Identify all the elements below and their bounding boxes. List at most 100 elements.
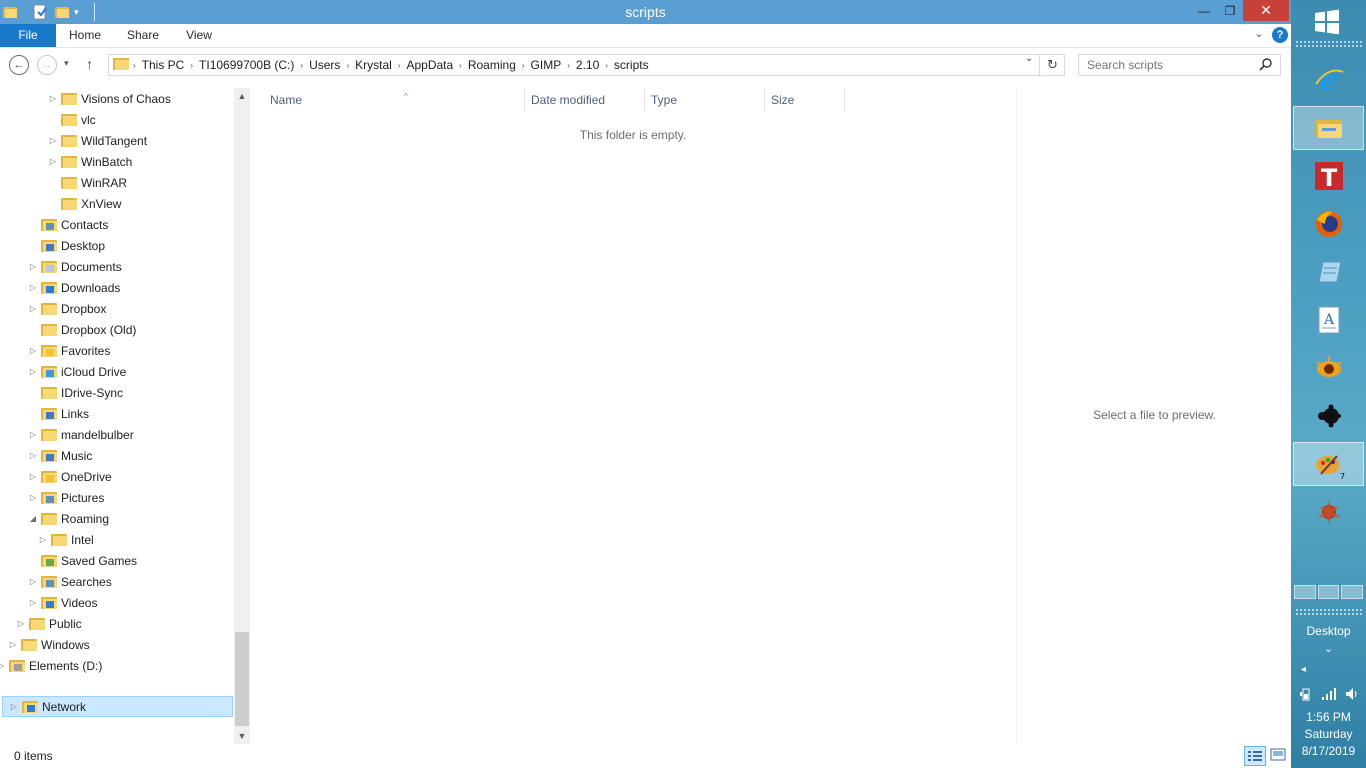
taskbar-grip[interactable] [1295,608,1362,616]
large-icons-view-button[interactable] [1268,746,1290,766]
tree-item[interactable]: Dropbox (Old) [28,319,136,340]
tree-item[interactable]: vlc [48,109,96,130]
refresh-button[interactable]: ↻ [1041,54,1065,76]
expand-arrow-icon[interactable]: ▷ [48,94,58,103]
tree-item[interactable]: ▷ Searches [28,571,112,592]
title-bar[interactable]: ▾ scripts — ❐ ✕ [0,0,1291,24]
tree-item[interactable]: ▷ Music [28,445,92,466]
tree-item[interactable]: ▷ Public [16,613,82,634]
text-app-icon[interactable]: T [1293,154,1364,198]
tree-item[interactable]: ▷ iCloud Drive [28,361,126,382]
firefox-icon[interactable] [1293,202,1364,246]
expanded-arrow-icon[interactable]: ◢ [28,514,38,523]
taskbar-scroll-right[interactable] [1341,585,1364,599]
tree-item[interactable]: ▷ mandelbulber [28,424,134,445]
up-button[interactable]: ↑ [86,56,93,72]
details-view-button[interactable] [1244,746,1266,766]
breadcrumb-users[interactable]: Users [303,58,346,72]
scrollbar-thumb[interactable] [235,632,249,726]
breadcrumb-gimp[interactable]: GIMP [525,58,568,72]
windows-start-icon[interactable] [1313,8,1341,36]
wordpad-icon[interactable]: A [1293,298,1364,342]
column-header-name[interactable]: Name ^ [264,88,525,112]
tab-view[interactable]: View [176,24,222,47]
tree-item[interactable]: Saved Games [28,550,137,571]
tab-home[interactable]: Home [60,24,110,47]
maximize-button[interactable]: ❐ [1217,0,1243,21]
internet-explorer-icon[interactable]: e [1293,58,1364,102]
navigation-pane-scrollbar[interactable]: ▲ ▼ [234,88,250,744]
expand-arrow-icon[interactable]: ▷ [16,619,26,628]
clock-day[interactable]: Saturday [1291,727,1366,741]
tree-item[interactable]: ▷ Downloads [28,277,120,298]
breadcrumb-roaming[interactable]: Roaming [462,58,522,72]
tree-item[interactable]: ▷ Dropbox [28,298,106,319]
chevron-down-icon[interactable]: ⌄ [1252,27,1266,43]
tab-file[interactable]: File [0,24,56,47]
expand-arrow-icon[interactable]: ▷ [28,493,38,502]
power-icon[interactable] [1299,687,1313,704]
expand-arrow-icon[interactable]: ▷ [28,472,38,481]
tree-item[interactable]: ▷ WildTangent [48,130,147,151]
breadcrumb-appdata[interactable]: AppData [400,58,459,72]
tree-item[interactable]: ▷ Elements (D:) [0,655,102,676]
taskbar-scroll-middle[interactable] [1317,585,1340,599]
tree-item[interactable]: ▷ Documents [28,256,122,277]
column-header-date-modified[interactable]: Date modified [525,88,645,112]
breadcrumb-krystal[interactable]: Krystal [349,58,398,72]
expand-arrow-icon[interactable]: ▷ [48,157,58,166]
tree-item[interactable]: WinRAR [48,172,127,193]
address-bar[interactable]: › This PC › TI10699700B (C:) › Users › K… [108,54,1040,76]
expand-arrow-icon[interactable]: ▷ [38,535,48,544]
tree-item[interactable]: ▷ WinBatch [48,151,132,172]
notepad-icon[interactable] [1293,250,1364,294]
address-history-dropdown[interactable]: ⌄ [1025,53,1033,64]
expand-arrow-icon[interactable]: ▷ [28,577,38,586]
tree-item[interactable]: ▷ Windows [8,634,90,655]
search-input[interactable] [1078,54,1281,76]
tree-item[interactable]: IDrive-Sync [28,382,123,403]
help-icon[interactable]: ? [1272,27,1288,43]
tree-item[interactable]: ▷ Intel [38,529,94,550]
breadcrumb-drive-c[interactable]: TI10699700B (C:) [193,58,300,72]
expand-arrow-icon[interactable]: ▷ [28,451,38,460]
tree-item[interactable]: ◢ Roaming [28,508,109,529]
taskbar-grip[interactable] [1295,40,1362,48]
gimp-icon[interactable]: 7 [1293,442,1364,486]
column-header-size[interactable]: Size [765,88,845,112]
tree-item[interactable]: XnView [48,193,121,214]
tree-item[interactable]: Desktop [28,235,105,256]
expand-arrow-icon[interactable]: ▷ [28,598,38,607]
tree-item[interactable]: ▷ Visions of Chaos [48,88,171,109]
double-chevron-down-icon[interactable]: ⌄ [1291,642,1366,655]
minimize-button[interactable]: — [1191,0,1217,21]
column-header-type[interactable]: Type [645,88,765,112]
tree-item[interactable]: ▷ Videos [28,592,98,613]
tree-item[interactable]: ▷ OneDrive [28,466,112,487]
expand-arrow-icon[interactable]: ▷ [28,304,38,313]
expand-arrow-icon[interactable]: ▷ [28,430,38,439]
tree-item[interactable]: Contacts [28,214,108,235]
breadcrumb-scripts[interactable]: scripts [608,58,655,72]
fractal-app-icon[interactable] [1293,394,1364,438]
tree-item[interactable]: ▷ Network [2,696,233,717]
expand-arrow-icon[interactable]: ▷ [0,661,6,670]
expand-arrow-icon[interactable]: ▷ [8,640,18,649]
tree-item[interactable]: ▷ Pictures [28,487,104,508]
clock-date[interactable]: 8/17/2019 [1291,744,1366,758]
file-explorer-taskbar-icon[interactable] [1293,106,1364,150]
navigation-pane[interactable]: ▷ Visions of Chaos vlc ▷ WildTangent ▷ WinBatc… [0,88,235,744]
clock-time[interactable]: 1:56 PM [1291,710,1366,724]
expand-arrow-icon[interactable]: ▷ [28,262,38,271]
scroll-up-arrow-icon[interactable]: ▲ [234,88,250,104]
expand-arrow-icon[interactable]: ▷ [28,346,38,355]
expand-arrow-icon[interactable]: ▷ [28,367,38,376]
search-icon[interactable] [1258,57,1274,73]
taskbar-scroll-left[interactable] [1294,585,1316,599]
expand-arrow-icon[interactable]: ▷ [28,283,38,292]
file-list[interactable]: Name ^ Date modified Type Size This fold… [250,88,1016,744]
network-signal-icon[interactable] [1321,687,1337,704]
desktop-toolbar-label[interactable]: Desktop [1291,624,1366,638]
close-button[interactable]: ✕ [1243,0,1289,21]
xnview-icon[interactable] [1293,346,1364,390]
